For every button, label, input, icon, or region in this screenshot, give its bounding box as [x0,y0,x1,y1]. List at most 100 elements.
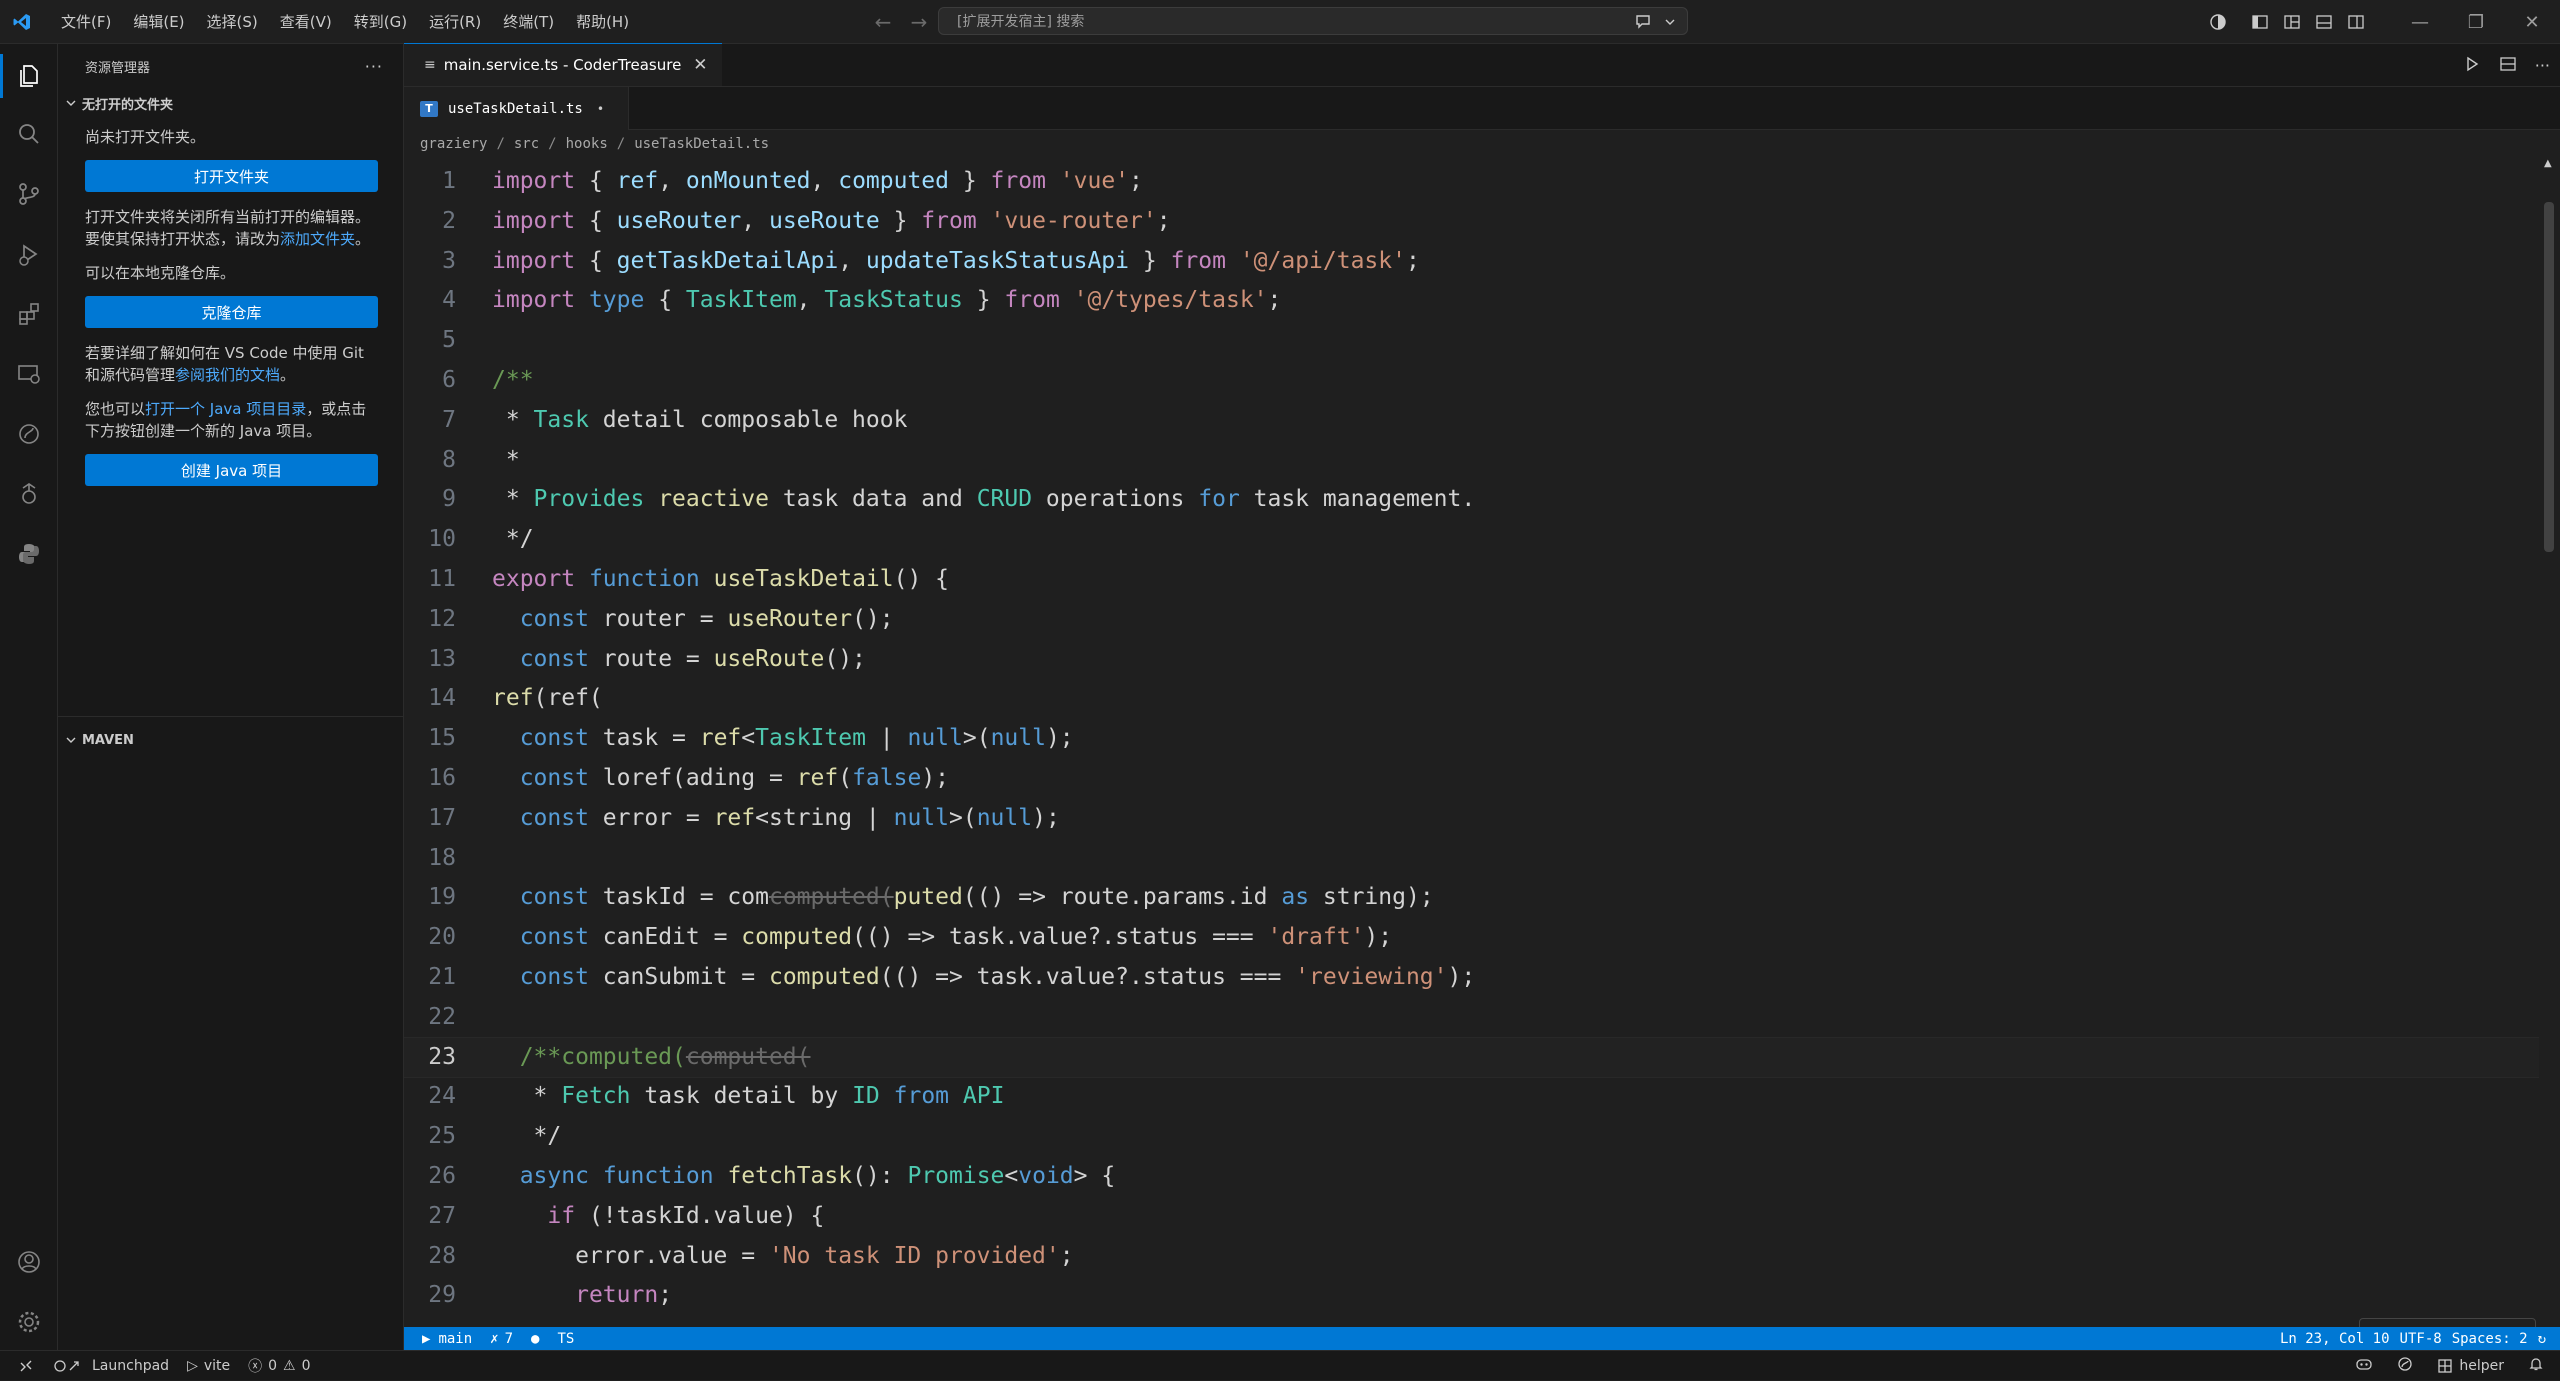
menu-file[interactable]: 文件(F) [50,0,122,44]
code-line[interactable]: 15 const task = ref<TaskItem | null>(nul… [404,719,2539,759]
command-center-search[interactable]: [扩展开发宿主] 搜索 [938,7,1688,35]
tab-main-service[interactable]: ≡ main.service.ts - CoderTreasure ✕ [404,43,722,86]
vite-item[interactable]: ▷ vite [187,1358,230,1374]
add-folder-link[interactable]: 添加文件夹 [280,230,355,248]
code-line[interactable]: 5 [404,321,2539,361]
code-line[interactable]: 13 const route = useRoute(); [404,640,2539,680]
helper-item[interactable]: helper [2437,1358,2504,1374]
github-copilot-icon[interactable] [9,414,49,454]
code-line[interactable]: 3 import { getTaskDetailApi, updateTaskSt… [404,242,2539,282]
more-actions-icon[interactable]: ··· [2535,56,2550,75]
docs-link[interactable]: 参阅我们的文档 [175,366,280,384]
settings-gear-icon[interactable] [9,1302,49,1342]
accounts-icon[interactable] [9,1242,49,1282]
more-actions-icon[interactable]: ··· [365,57,383,76]
open-java-project-link[interactable]: 打开一个 Java 项目目录 [145,400,306,418]
code-line[interactable]: 9 * Provides reactive task data and CRUD… [404,480,2539,520]
code-line[interactable]: 27 if (!taskId.value) { [404,1197,2539,1237]
code-line[interactable]: 17 const error = ref<string | null>(null… [404,799,2539,839]
run-play-icon[interactable] [2463,55,2481,77]
vertical-scrollbar[interactable]: ▲ ▼ [2540,158,2560,1372]
code-line[interactable]: 14 ref(ref( [404,679,2539,719]
breadcrumb-item[interactable]: useTaskDetail.ts [634,136,769,152]
menu-go[interactable]: 转到(G) [343,0,418,44]
gitlens-icon[interactable] [9,474,49,514]
run-debug-icon[interactable] [9,234,49,274]
minimize-window-icon[interactable]: — [2392,0,2448,44]
launchpad-item[interactable]: Launchpad [52,1358,169,1374]
toggle-panel-icon[interactable] [2308,0,2340,44]
clone-repository-button[interactable]: 克隆仓库 [85,296,378,328]
tab-use-task-detail[interactable]: T useTaskDetail.ts • [404,87,630,130]
toggle-secondary-sidebar-icon[interactable] [2340,0,2372,44]
scroll-up-arrow-icon[interactable]: ▲ [2544,158,2552,169]
code-line[interactable]: 7 * Task detail composable hook [404,401,2539,441]
code-line[interactable]: 1 import { ref, onMounted, computed } fro… [404,162,2539,202]
code-line[interactable]: 26 async function fetchTask(): Promise<v… [404,1157,2539,1197]
code-line[interactable]: 23 /**computed(computed( [404,1036,2539,1079]
code-editor[interactable]: 1 import { ref, onMounted, computed } fro… [404,162,2539,1372]
remote-explorer-icon[interactable] [9,354,49,394]
cursor-position[interactable]: Ln 23, Col 10 [2280,1331,2390,1347]
unsaved-dot-icon[interactable]: • [597,102,604,116]
code-line[interactable]: 22 [404,998,2539,1038]
forward-arrow-icon[interactable]: → [908,11,930,33]
toggle-primary-sidebar-icon[interactable] [2244,0,2276,44]
code-line[interactable]: 29 return; [404,1276,2539,1316]
language-mode[interactable]: TS [557,1331,574,1347]
breadcrumb-item[interactable]: src [514,136,539,152]
customize-layout-icon[interactable] [2276,0,2308,44]
code-line[interactable]: 6 /** [404,361,2539,401]
encoding[interactable]: UTF-8 [2400,1331,2442,1347]
code-line[interactable]: 8 * [404,441,2539,481]
search-icon[interactable] [9,114,49,154]
maven-section-header[interactable]: MAVEN [58,725,403,755]
copilot-icon[interactable] [2355,1356,2373,1376]
menu-view[interactable]: 查看(V) [269,0,343,44]
code-line[interactable]: 2 import { useRouter, useRoute } from 'vu… [404,202,2539,242]
split-editor-icon[interactable] [2499,55,2517,77]
remote-indicator-icon[interactable] [18,1358,34,1374]
errors-item[interactable]: ✗ 7 [490,1331,513,1347]
python-icon[interactable] [9,534,49,574]
breadcrumb-item[interactable]: hooks [566,136,608,152]
open-folder-button[interactable]: 打开文件夹 [85,160,378,192]
code-line[interactable]: 18 [404,839,2539,879]
extensions-icon[interactable] [9,294,49,334]
close-icon[interactable]: ✕ [693,55,707,75]
code-line[interactable]: 24 * Fetch task detail by ID from API [404,1077,2539,1117]
accounts-half-circle-icon[interactable] [2202,0,2234,44]
scroll-thumb[interactable] [2544,202,2554,552]
explorer-files-icon[interactable] [9,56,49,96]
back-arrow-icon[interactable]: ← [872,11,894,33]
breadcrumb-item[interactable]: graziery [420,136,487,152]
menu-help[interactable]: 帮助(H) [565,0,640,44]
code-line[interactable]: 19 const taskId = comcomputed(puted(() =… [404,878,2539,918]
restore-window-icon[interactable]: ❐ [2448,0,2504,44]
code-line[interactable]: 21 const canSubmit = computed(() => task… [404,958,2539,998]
copilot-status-icon[interactable] [2397,1356,2413,1376]
notifications-bell-icon[interactable] [2528,1356,2544,1376]
indentation[interactable]: Spaces: 2 [2452,1331,2528,1347]
code-line[interactable]: 25 */ [404,1117,2539,1157]
source-control-icon[interactable] [9,174,49,214]
sync-icon[interactable]: ↻ [2538,1331,2546,1347]
menu-edit[interactable]: 编辑(E) [122,0,195,44]
code-line[interactable]: 20 const canEdit = computed(() => task.v… [404,918,2539,958]
copilot-chat-icon[interactable] [1633,11,1653,35]
no-folder-section-header[interactable]: 无打开的文件夹 [58,88,403,118]
menu-selection[interactable]: 选择(S) [196,0,269,44]
branch-item[interactable]: ▶ main [422,1331,472,1347]
close-window-icon[interactable]: ✕ [2504,0,2560,44]
code-line[interactable]: 10 */ [404,520,2539,560]
code-line[interactable]: 16 const loref(ading = ref(false); [404,759,2539,799]
code-line[interactable]: 12 const router = useRouter(); [404,600,2539,640]
menu-run[interactable]: 运行(R) [418,0,492,44]
chevron-down-icon[interactable] [1663,14,1677,33]
code-line[interactable]: 4 import type { TaskItem, TaskStatus } fr… [404,281,2539,321]
code-line[interactable]: 11 export function useTaskDetail() { [404,560,2539,600]
code-line[interactable]: 28 error.value = 'No task ID provided'; [404,1237,2539,1277]
problems-item[interactable]: ⓧ 0 ⚠ 0 [248,1356,310,1376]
menu-terminal[interactable]: 终端(T) [492,0,565,44]
create-java-project-button[interactable]: 创建 Java 项目 [85,454,378,486]
